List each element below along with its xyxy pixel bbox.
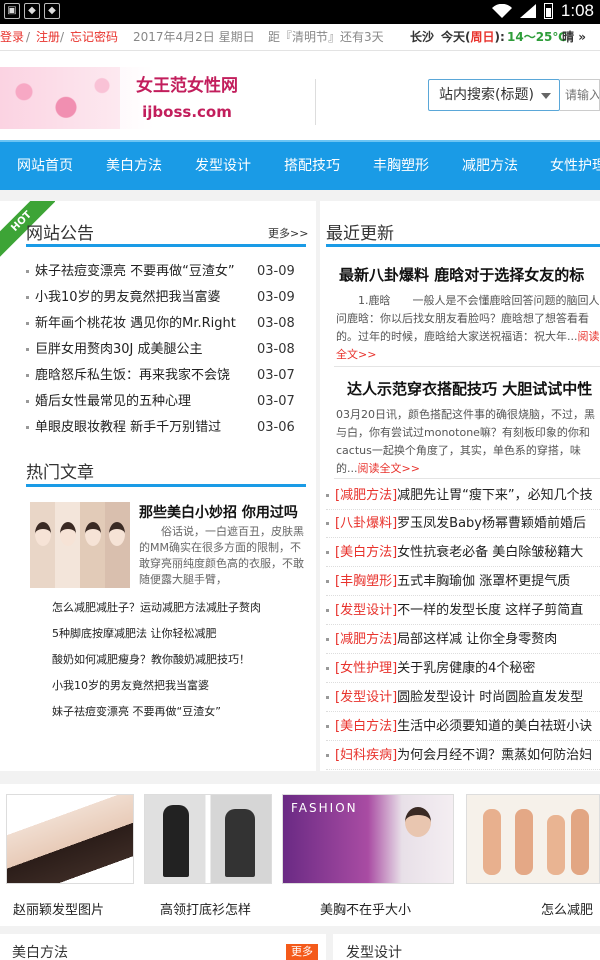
update-item[interactable]: [女性护理]关于乳房健康的4个秘密	[326, 655, 600, 683]
notice-underline	[26, 244, 306, 247]
whitening-section-title: 美白方法	[12, 945, 68, 960]
hot-article-link[interactable]: 5种脚底按摩减肥法 让你轻松减肥	[52, 625, 217, 641]
news-headline[interactable]: 达人示范穿衣搭配技巧 大胆试试中性	[347, 378, 592, 399]
shield-icon: ◆	[44, 3, 60, 19]
gallery-caption[interactable]: 高领打底衫怎样	[160, 899, 251, 918]
signal-icon	[519, 4, 536, 18]
news-headline[interactable]: 最新八卦爆料 鹿晗对于选择女友的标	[339, 264, 584, 285]
notice-item[interactable]: 婚后女性最常见的五种心理 03-07	[26, 389, 306, 415]
shield-icon: ◆	[24, 3, 40, 19]
notice-title: 网站公告	[26, 224, 94, 244]
wifi-icon	[491, 4, 512, 18]
news-summary: 03月20日讯，颜色搭配这件事的确很烧脑，不过，黑与白，你有尝试过monoton…	[336, 408, 595, 474]
hot-article-link[interactable]: 酸奶如何减肥瘦身？教你酸奶减肥技巧！	[52, 651, 250, 667]
search-input[interactable]	[560, 79, 600, 111]
nav-care[interactable]: 女性护理	[550, 142, 600, 190]
forgot-password-link[interactable]: 忘记密码	[70, 24, 118, 50]
update-item[interactable]: [减肥方法]减肥先让胃“瘦下来”，必知几个技	[326, 482, 600, 510]
notification-app-icon: ▣	[4, 3, 20, 19]
notice-item[interactable]: 巨胖女用赘肉30J 成美腿公主 03-08	[26, 337, 306, 363]
gallery-caption[interactable]: 美胸不在乎大小	[320, 899, 411, 918]
feature-article-title[interactable]: 那些美白小妙招 你用过吗	[139, 502, 298, 522]
search-type-select[interactable]: 站内搜索(标题)	[428, 79, 560, 111]
feature-article-summary: 俗话说，一白遮百丑，皮肤黑的MM确实在很多方面的限制，不敢穿亮丽纯度颜色高的衣服…	[139, 525, 304, 586]
current-date: 2017年4月2日 星期日	[133, 30, 255, 44]
notice-more-link[interactable]: 更多>>	[268, 225, 308, 241]
site-logo[interactable]: 女王范女性网 ijboss.com	[0, 67, 256, 129]
weather-city[interactable]: 长沙	[410, 24, 434, 50]
nav-body-shaping[interactable]: 丰胸塑形	[373, 142, 429, 190]
nav-weight-loss[interactable]: 减肥方法	[462, 142, 518, 190]
android-status-bar: ▣ ◆ ◆ 1:08	[0, 0, 600, 24]
nav-home[interactable]: 网站首页	[17, 142, 73, 190]
latest-title: 最近更新	[326, 224, 394, 244]
header-divider	[315, 79, 316, 125]
gallery-image-hairstyle[interactable]	[6, 794, 134, 884]
gallery-fashion-deco: FASHION	[291, 801, 358, 815]
notice-item[interactable]: 新年画个桃花妆 遇见你的Mr.Right 03-08	[26, 311, 306, 337]
gallery-caption[interactable]: 怎么减肥	[541, 899, 593, 918]
hot-article-link[interactable]: 妹子祛痘变漂亮 不要再做“豆渣女”	[52, 703, 221, 719]
nav-whitening[interactable]: 美白方法	[106, 142, 162, 190]
search-type-label: 站内搜索(标题)	[439, 87, 534, 103]
update-item[interactable]: [美白方法]女性抗衰老必备 美白除皱秘籍大	[326, 539, 600, 567]
update-item[interactable]: [美白方法]生活中必须要知道的美白祛斑小诀	[326, 713, 600, 741]
hot-articles-title: 热门文章	[26, 463, 94, 483]
separator: /	[60, 30, 65, 44]
notice-item[interactable]: 小我10岁的男友竟然把我当富婆 03-09	[26, 285, 306, 311]
read-more-link[interactable]: 阅读全文>>	[358, 462, 420, 474]
chevron-down-icon	[541, 93, 551, 99]
notice-item[interactable]: 妹子祛痘变漂亮 不要再做“豆渣女” 03-09	[26, 259, 306, 285]
hairstyle-section-title: 发型设计	[346, 945, 402, 960]
latest-underline	[326, 244, 600, 247]
weather-condition: 晴 »	[562, 30, 586, 44]
gallery-image-outfit[interactable]	[144, 794, 272, 884]
logo-title: 女王范女性网	[136, 76, 238, 96]
login-link[interactable]: 登录	[0, 24, 24, 50]
weather-temp: 14～25℃	[507, 30, 567, 44]
battery-icon	[543, 3, 553, 19]
image-gallery: FASHION 赵丽颖发型图片 高领打底衫怎样 美胸不在乎大小 怎么减肥	[0, 784, 600, 926]
notice-item[interactable]: 单眼皮眼妆教程 新手千万别错过 03-06	[26, 415, 306, 441]
feature-article-image[interactable]	[30, 502, 130, 588]
gallery-image-fashion[interactable]: FASHION	[282, 794, 454, 884]
hot-article-link[interactable]: 怎么减肥减肚子？运动减肥方法减肚子赘肉	[52, 599, 261, 615]
holiday-countdown: 距『清明节』还有3天	[268, 30, 384, 44]
gallery-caption[interactable]: 赵丽颖发型图片	[13, 899, 104, 918]
nav-hairstyle[interactable]: 发型设计	[195, 142, 251, 190]
site-header: 女王范女性网 ijboss.com 站内搜索(标题)	[0, 50, 600, 140]
update-item[interactable]: [减肥方法]局部这样减 让你全身零赘肉	[326, 626, 600, 654]
divider	[334, 478, 600, 479]
update-item[interactable]: [八卦爆料]罗玉凤发Baby杨幂曹颖婚前婚后	[326, 510, 600, 538]
top-info-bar: 登录 / 注册 / 忘记密码 2017年4月2日 星期日 距『清明节』还有3天 …	[0, 24, 600, 50]
update-item[interactable]: [妇科疾病]为何会月经不调？熏蒸如何防治妇	[326, 742, 600, 770]
register-link[interactable]: 注册	[36, 24, 60, 50]
hot-article-link[interactable]: 小我10岁的男友竟然把我当富婆	[52, 677, 209, 693]
hot-articles-underline	[26, 484, 306, 487]
gallery-image-body[interactable]	[466, 794, 600, 884]
update-item[interactable]: [发型设计]圆脸发型设计 时尚圆脸直发发型	[326, 684, 600, 712]
nav-outfit[interactable]: 搭配技巧	[284, 142, 340, 190]
weather-today-label: 今天(周日):	[441, 30, 505, 44]
news-summary: 1.鹿晗 一般人是不会懂鹿晗回答问题的脑回人问鹿晗：你以后找女朋友看脸吗？鹿晗想…	[336, 294, 600, 360]
main-nav: 网站首页 美白方法 发型设计 搭配技巧 丰胸塑形 减肥方法 女性护理	[0, 140, 600, 190]
logo-url: ijboss.com	[142, 103, 232, 121]
update-item[interactable]: [发型设计]不一样的发型长度 这样子剪简直	[326, 597, 600, 625]
separator: /	[26, 30, 31, 44]
whitening-more-button[interactable]: 更多	[286, 944, 318, 960]
status-clock: 1:08	[560, 1, 594, 20]
divider	[334, 366, 600, 367]
update-item[interactable]: [丰胸塑形]五式丰胸瑜伽 涨罩杯更提气质	[326, 568, 600, 596]
notice-item[interactable]: 鹿晗怒斥私生饭：再来我家不会饶 03-07	[26, 363, 306, 389]
